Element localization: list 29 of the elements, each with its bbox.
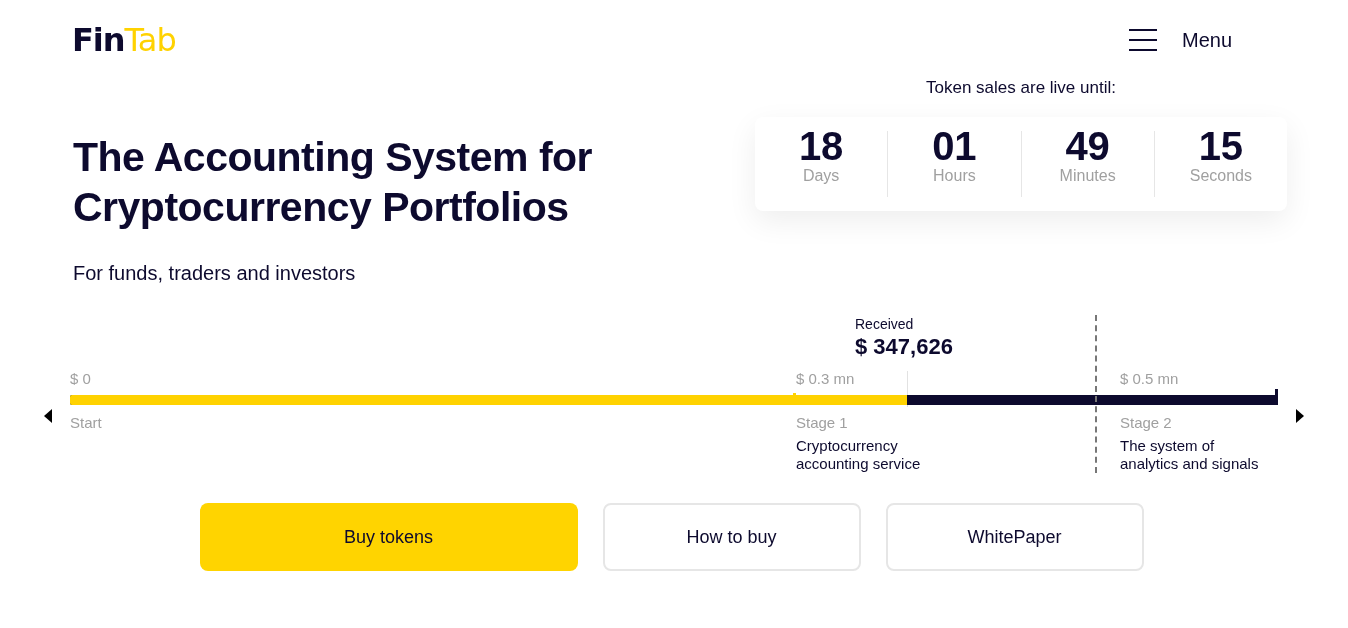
milestone-label: Start — [70, 413, 103, 433]
menu-icon — [1128, 29, 1157, 51]
cta-button[interactable]: Buy tokens — [199, 503, 578, 571]
menu-button[interactable]: Menu — [1128, 28, 1232, 52]
countdown-value: 15 — [1197, 125, 1245, 167]
stage-description: Cryptocurrency accounting service — [796, 437, 922, 473]
countdown-value: 18 — [797, 125, 845, 167]
countdown-caption: Token sales are live until: — [926, 77, 1116, 99]
stage-label: Stage 1 — [796, 413, 849, 433]
hero-subtitle: For funds, traders and investors — [73, 262, 357, 285]
stage-description: The system of analytics and signals — [1120, 437, 1260, 473]
received-amount: $ 347,626 — [855, 333, 954, 361]
countdown-unit-label: Minutes — [1058, 167, 1117, 185]
countdown-unit-label: Hours — [932, 167, 977, 185]
cta-button[interactable]: WhitePaper — [885, 503, 1144, 571]
milestone-amount: $ 0.5 mn — [1120, 369, 1180, 389]
countdown-unit-label: Seconds — [1188, 167, 1253, 185]
next-arrow[interactable] — [1296, 409, 1304, 423]
milestone-amount: $ 0 — [70, 369, 92, 389]
previous-arrow[interactable] — [44, 409, 52, 423]
cta-button[interactable]: How to buy — [602, 503, 861, 571]
hero-title: The Accounting System for Cryptocurrency Portfolios — [73, 133, 593, 232]
logo[interactable]: FinTab — [72, 20, 176, 60]
stage-label: Stage 2 — [1120, 413, 1173, 433]
countdown-unit-label: Days — [801, 167, 841, 185]
countdown-value: 49 — [1064, 125, 1111, 167]
received-label: Received — [855, 315, 915, 333]
countdown-value: 01 — [931, 125, 978, 167]
milestone-amount: $ 0.3 mn — [796, 369, 856, 389]
